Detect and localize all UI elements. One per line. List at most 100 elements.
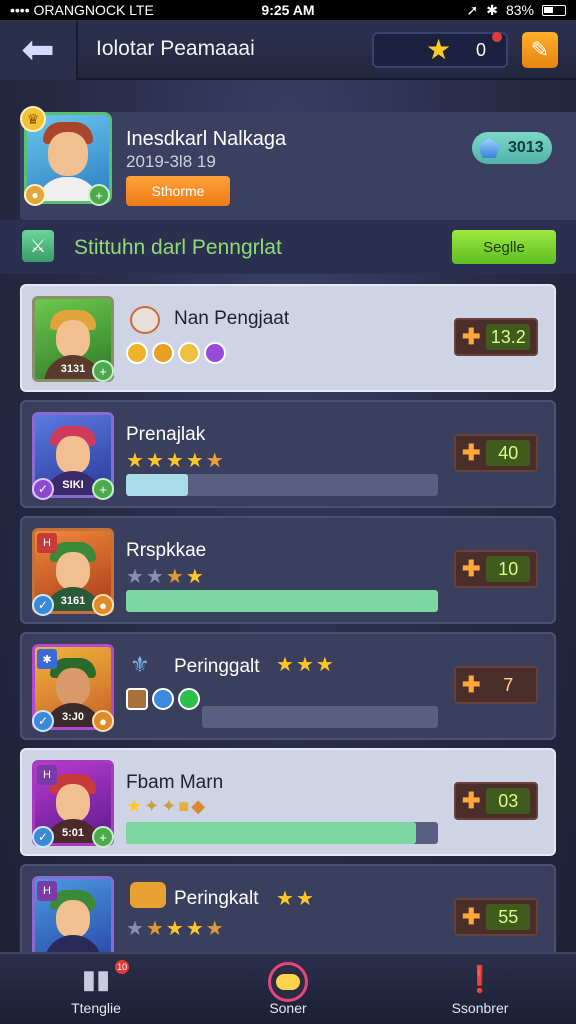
star-icon: ★ (295, 888, 314, 910)
star-icon: ★ (145, 450, 164, 472)
score-value: 7 (503, 674, 514, 695)
ranking-row[interactable]: H Peringkalt ★ ★ ★ ★ ★ ★ ★ ✚ 55 (20, 864, 556, 952)
star-icon: ★ (145, 566, 164, 588)
page-title: Iolotar Peamaaai (96, 37, 255, 60)
controller-icon (268, 962, 308, 1002)
star-icon: ★ (165, 918, 184, 940)
score-value: 13.2 (486, 324, 530, 350)
star-icon: ◆ (191, 796, 206, 816)
star-icon: ✦ (144, 796, 160, 816)
avatar-face (56, 783, 90, 822)
medal-icon (204, 342, 226, 364)
currency-box[interactable]: ★ 0 (372, 32, 508, 68)
progress-fill (126, 474, 189, 496)
menu-button[interactable]: ✎ (522, 32, 558, 68)
plus-badge-icon: + (88, 184, 110, 206)
menu-icon: ✎ (530, 37, 550, 62)
ranking-row[interactable]: H 5:01 ✓ + Fbam Marn ★ ✦ ✦ ■ ◆ ✚ 03 (20, 748, 556, 856)
star-icon: ★ (126, 918, 144, 940)
score-plus-icon: ✚ (462, 324, 481, 349)
star-icon: ★ (205, 918, 224, 940)
top-bar: ⬅ Iolotar Peamaaai ★ 0 ✎ (0, 20, 576, 80)
ranking-row[interactable]: 3131 + Nan Pengjaat ✚ 13.2 (20, 284, 556, 392)
star-icon: ★ (185, 918, 204, 940)
player-name: Rrspkkae (126, 540, 207, 561)
score-value: 55 (486, 904, 530, 930)
section-action-button[interactable]: Seglle (452, 230, 556, 264)
score-value: 40 (486, 440, 530, 466)
star-icon: ★ (185, 566, 204, 588)
score-box: ✚ 55 (454, 898, 538, 936)
player-name: Peringkalt (174, 888, 259, 909)
star-icon: ✦ (161, 796, 177, 816)
profile-action-button[interactable]: Sthorme (126, 176, 230, 206)
star-badge-icon (152, 688, 174, 710)
nav-label: Ssonbrer (451, 1000, 509, 1016)
notification-dot (492, 32, 502, 42)
star-icon: ★ (205, 450, 224, 472)
star-icon: ★ (165, 450, 184, 472)
gem-counter[interactable]: 3013 (472, 132, 552, 164)
player-name: Fbam Marn (126, 772, 224, 793)
nav-item-alerts[interactable]: ❗ Ssonbrer (384, 954, 576, 1024)
tier-tag-icon: H (37, 881, 57, 901)
battery-icon (542, 4, 566, 16)
star-rating: ★ ★ ★ ★ ★ (126, 448, 224, 473)
alert-icon: ❗ (463, 964, 497, 994)
status-icons: ➚ ✱ 83% (467, 2, 566, 19)
avatar-face (56, 667, 90, 706)
star-icon: ★ (185, 450, 204, 472)
check-badge-icon: ✓ (32, 710, 54, 732)
player-emblem-icon (130, 306, 160, 334)
player-name: Prenajlak (126, 424, 206, 445)
ranking-row[interactable]: ✱ 3:J0 ✓ ● ⚜ Peringgalt ★ ★ ★ ✚ 7 (20, 632, 556, 740)
star-rating: ★ ✦ ✦ ■ ◆ (126, 796, 205, 817)
chest-icon (130, 882, 166, 908)
medal-icon (126, 342, 148, 364)
star-icon: ★ (295, 654, 314, 676)
profile-card: ♛ ● + Inesdkarl Nalkaga 2019-3l8 19 Stho… (20, 106, 576, 220)
battery-percent: 83% (505, 2, 534, 18)
progress-bar (202, 706, 438, 728)
tier-tag-icon: H (37, 533, 57, 553)
score-plus-icon: ✚ (462, 556, 481, 581)
progress-bar (126, 590, 438, 612)
coin-badge-icon: ● (24, 184, 46, 206)
profile-name: Inesdkarl Nalkaga (126, 128, 287, 150)
star-icon: ★ (426, 34, 452, 65)
progress-bar (126, 822, 438, 844)
avatar-face (56, 899, 90, 938)
section-title: Stittuhn darl Penngrlat (74, 236, 282, 259)
avatar-body (44, 935, 102, 952)
score-box: ✚ 7 (454, 666, 538, 704)
player-name: Peringgalt (174, 656, 260, 677)
rank-badge-icon: ✓ (32, 478, 54, 500)
sword-icon: ⚔ (22, 230, 54, 262)
profile-date: 2019-3l8 19 (126, 152, 216, 171)
player-name: Nan Pengjaat (174, 308, 290, 329)
avatar-face (56, 435, 90, 474)
check-badge-icon: ✓ (32, 594, 54, 616)
progress-bar (126, 474, 438, 496)
progress-fill (126, 590, 438, 612)
star-icon: ★ (315, 654, 334, 676)
star-icon: ★ (126, 566, 144, 588)
chart-icon: ▮▮ (81, 964, 111, 994)
ranking-row[interactable]: SIKI ✓ + Prenajlak ★ ★ ★ ★ ★ ✚ 40 (20, 400, 556, 508)
nav-item-play[interactable]: Soner (192, 954, 384, 1024)
star-icon: ★ (145, 918, 164, 940)
ranking-list[interactable]: 3131 + Nan Pengjaat ✚ 13.2 SIKI ✓ + Pren… (0, 282, 576, 952)
star-icon: ★ (126, 796, 143, 816)
star-icon: ★ (165, 566, 184, 588)
achievement-emblems (126, 342, 226, 364)
score-plus-icon: ✚ (462, 904, 481, 929)
score-plus-icon: ✚ (462, 788, 481, 813)
back-button[interactable]: ⬅ (0, 20, 78, 80)
status-bar: •••• ORANGNOCK LTE 9:25 AM ➚ ✱ 83% (0, 0, 576, 20)
progress-fill (126, 822, 417, 844)
score-plus-icon: ✚ (462, 672, 481, 697)
nav-item-ranking[interactable]: ▮▮ 10 Ttenglie (0, 954, 192, 1024)
score-box: ✚ 03 (454, 782, 538, 820)
shield-icon (126, 688, 148, 710)
ranking-row[interactable]: H 3161 ✓ ● Rrspkkae ★ ★ ★ ★ ✚ 10 (20, 516, 556, 624)
